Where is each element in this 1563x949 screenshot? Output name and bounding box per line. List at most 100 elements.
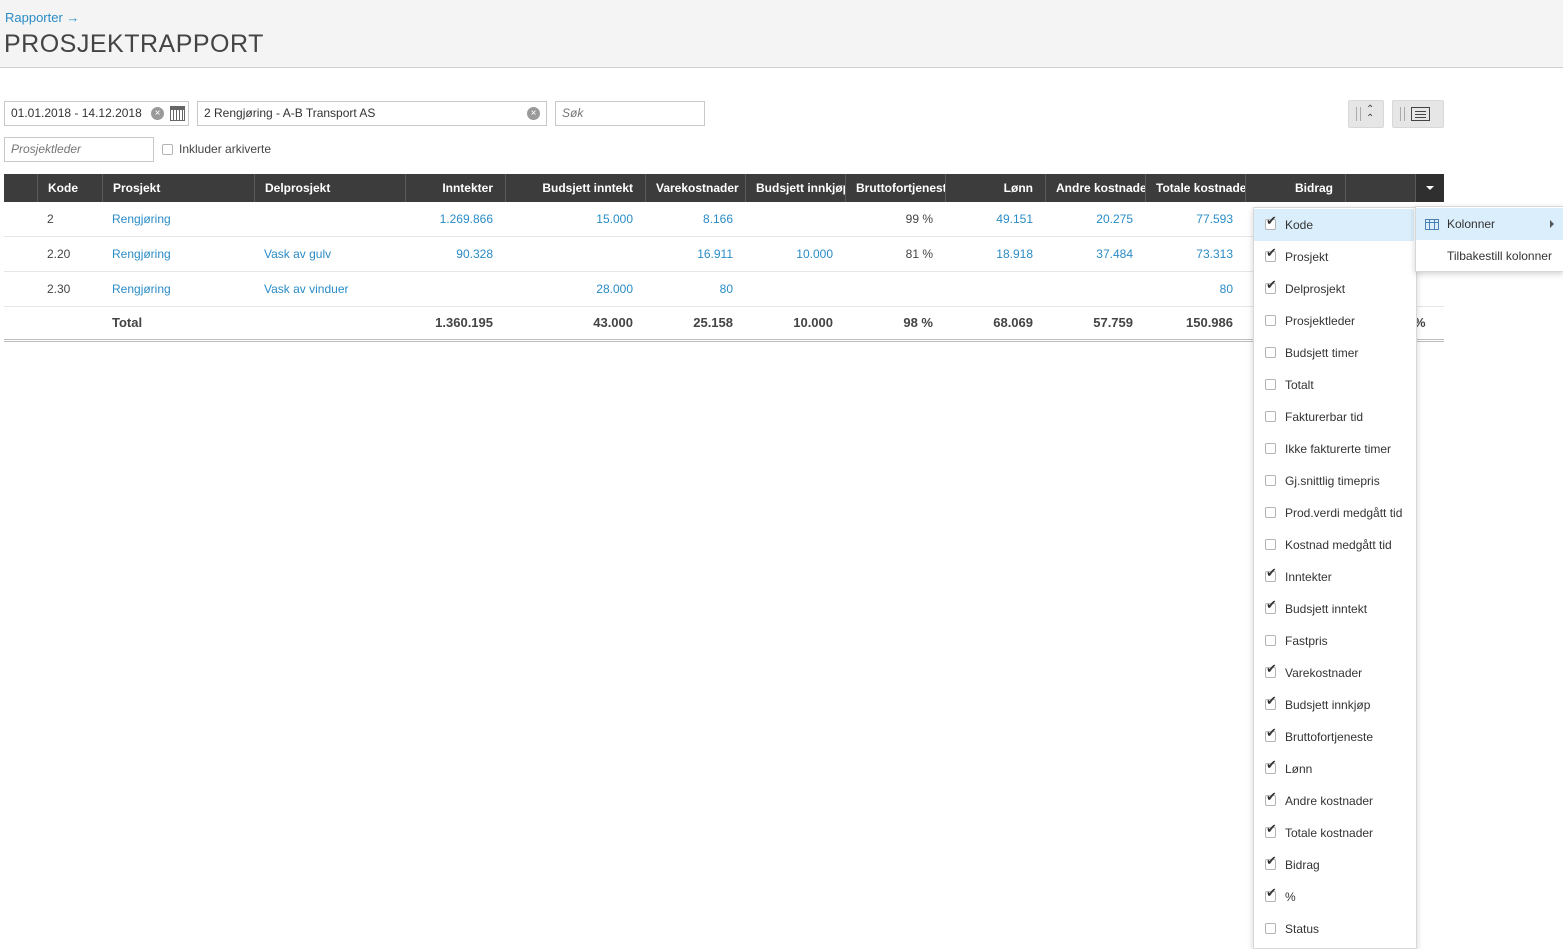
cell-andre-kostnader[interactable] — [1045, 272, 1145, 306]
header-inntekter[interactable]: Inntekter — [405, 174, 505, 202]
checkbox-checked[interactable] — [1265, 213, 1277, 230]
checkbox-unchecked[interactable] — [1265, 443, 1276, 454]
header-budsjett-inntekt[interactable]: Budsjett inntekt — [505, 174, 645, 202]
checkbox-unchecked[interactable] — [1265, 347, 1276, 358]
checkbox-unchecked[interactable] — [1265, 379, 1276, 390]
checkbox-unchecked[interactable] — [1265, 475, 1276, 486]
cell-lonn[interactable] — [945, 272, 1045, 306]
column-option[interactable]: Status — [1254, 913, 1414, 945]
checkbox-checked[interactable] — [1265, 693, 1277, 710]
column-option[interactable]: Andre kostnader — [1254, 785, 1414, 817]
checkbox-checked[interactable] — [1265, 853, 1277, 870]
column-option[interactable]: Kode — [1254, 209, 1414, 241]
column-option[interactable]: Inntekter — [1254, 561, 1414, 593]
include-archived[interactable]: Inkluder arkiverte — [162, 142, 271, 156]
manager-field[interactable] — [4, 137, 154, 162]
column-option[interactable]: Totalt — [1254, 369, 1414, 401]
checkbox-checked[interactable] — [1265, 725, 1277, 742]
cell-andre-kostnader[interactable]: 20.275 — [1045, 202, 1145, 236]
cell-totale-kostnader[interactable]: 80 — [1145, 272, 1245, 306]
checkbox-unchecked[interactable] — [1265, 635, 1276, 646]
cell-delprosjekt-link[interactable] — [254, 202, 405, 236]
checkbox-unchecked[interactable] — [1265, 539, 1276, 550]
cell-prosjekt-link[interactable]: Rengjøring — [102, 272, 254, 306]
cell-budsjett-inntekt[interactable]: 28.000 — [505, 272, 645, 306]
header-bruttofortjeneste[interactable]: Bruttofortjeneste — [845, 174, 945, 202]
cell-budsjett-inntekt[interactable]: 15.000 — [505, 202, 645, 236]
clear-project-icon[interactable]: × — [527, 107, 540, 120]
cell-prosjekt-link[interactable]: Rengjøring — [102, 237, 254, 271]
column-menu-toggle[interactable] — [1415, 174, 1444, 202]
checkbox-checked[interactable] — [1265, 757, 1277, 774]
include-archived-checkbox[interactable] — [162, 144, 173, 156]
collapse-button[interactable]: ⌃ ⌃ — [1348, 100, 1384, 128]
cell-delprosjekt-link[interactable]: Vask av vinduer — [254, 272, 405, 306]
menu-item-kolonner[interactable]: Kolonner — [1416, 208, 1563, 240]
clear-date-icon[interactable]: × — [151, 107, 164, 120]
header-andre-kostnader[interactable]: Andre kostnader — [1045, 174, 1145, 202]
column-option[interactable]: Gj.snittlig timepris — [1254, 465, 1414, 497]
cell-totale-kostnader[interactable]: 73.313 — [1145, 237, 1245, 271]
checkbox-unchecked[interactable] — [1265, 315, 1276, 326]
search-field[interactable] — [555, 101, 705, 126]
cell-budsjett-inntekt[interactable] — [505, 237, 645, 271]
column-option[interactable]: Lønn — [1254, 753, 1414, 785]
cell-prosjekt-link[interactable]: Rengjøring — [102, 202, 254, 236]
column-option[interactable]: Budsjett innkjøp — [1254, 689, 1414, 721]
column-option[interactable]: Varekostnader — [1254, 657, 1414, 689]
checkbox-checked[interactable] — [1265, 565, 1277, 582]
column-option[interactable]: Bruttofortjeneste — [1254, 721, 1414, 753]
calendar-icon[interactable] — [170, 106, 185, 121]
column-option[interactable]: Prosjektleder — [1254, 305, 1414, 337]
column-option[interactable]: Kostnad medgått tid — [1254, 529, 1414, 561]
column-option[interactable]: Prod.verdi medgått tid — [1254, 497, 1414, 529]
cell-lonn[interactable]: 49.151 — [945, 202, 1045, 236]
header-delprosjekt[interactable]: Delprosjekt — [254, 174, 405, 202]
cell-varekostnader[interactable]: 8.166 — [645, 202, 745, 236]
header-lonn[interactable]: Lønn — [945, 174, 1045, 202]
column-option[interactable]: % — [1254, 881, 1414, 913]
display-button[interactable] — [1392, 100, 1444, 128]
column-option[interactable]: Bidrag — [1254, 849, 1414, 881]
checkbox-unchecked[interactable] — [1265, 507, 1276, 518]
cell-inntekter[interactable]: 90.328 — [405, 237, 505, 271]
column-option[interactable]: Delprosjekt — [1254, 273, 1414, 305]
menu-item-tilbakestill[interactable]: Tilbakestill kolonner — [1416, 240, 1563, 272]
cell-inntekter[interactable] — [405, 272, 505, 306]
project-select[interactable]: 2 Rengjøring - A-B Transport AS × — [197, 101, 547, 126]
checkbox-checked[interactable] — [1265, 245, 1277, 262]
cell-budsjett-innkjop[interactable] — [745, 272, 845, 306]
column-option[interactable]: Budsjett timer — [1254, 337, 1414, 369]
cell-lonn[interactable]: 18.918 — [945, 237, 1045, 271]
checkbox-checked[interactable] — [1265, 597, 1277, 614]
cell-varekostnader[interactable]: 16.911 — [645, 237, 745, 271]
checkbox-checked[interactable] — [1265, 789, 1277, 806]
cell-inntekter[interactable]: 1.269.866 — [405, 202, 505, 236]
checkbox-checked[interactable] — [1265, 277, 1277, 294]
search-input[interactable] — [562, 102, 698, 124]
column-option[interactable]: Fakturerbar tid — [1254, 401, 1414, 433]
cell-varekostnader[interactable]: 80 — [645, 272, 745, 306]
column-option[interactable]: Budsjett inntekt — [1254, 593, 1414, 625]
cell-totale-kostnader[interactable]: 77.593 — [1145, 202, 1245, 236]
breadcrumb-rapporter[interactable]: Rapporter → — [5, 10, 79, 25]
checkbox-checked[interactable] — [1265, 661, 1277, 678]
header-bidrag[interactable]: Bidrag — [1245, 174, 1345, 202]
header-totale-kostnader[interactable]: Totale kostnader — [1145, 174, 1245, 202]
cell-delprosjekt-link[interactable]: Vask av gulv — [254, 237, 405, 271]
project-manager-input[interactable] — [11, 138, 147, 160]
checkbox-checked[interactable] — [1265, 821, 1277, 838]
checkbox-unchecked[interactable] — [1265, 923, 1276, 934]
date-range-field[interactable]: 01.01.2018 - 14.12.2018 × — [4, 101, 189, 126]
header-kode[interactable]: Kode — [37, 174, 102, 202]
header-varekostnader[interactable]: Varekostnader — [645, 174, 745, 202]
cell-budsjett-innkjop[interactable] — [745, 202, 845, 236]
header-percent[interactable] — [1345, 174, 1415, 202]
column-option[interactable]: Fastpris — [1254, 625, 1414, 657]
header-budsjett-innkjop[interactable]: Budsjett innkjøp — [745, 174, 845, 202]
column-option[interactable]: Prosjekt — [1254, 241, 1414, 273]
cell-budsjett-innkjop[interactable]: 10.000 — [745, 237, 845, 271]
checkbox-unchecked[interactable] — [1265, 411, 1276, 422]
header-prosjekt[interactable]: Prosjekt — [102, 174, 254, 202]
cell-andre-kostnader[interactable]: 37.484 — [1045, 237, 1145, 271]
